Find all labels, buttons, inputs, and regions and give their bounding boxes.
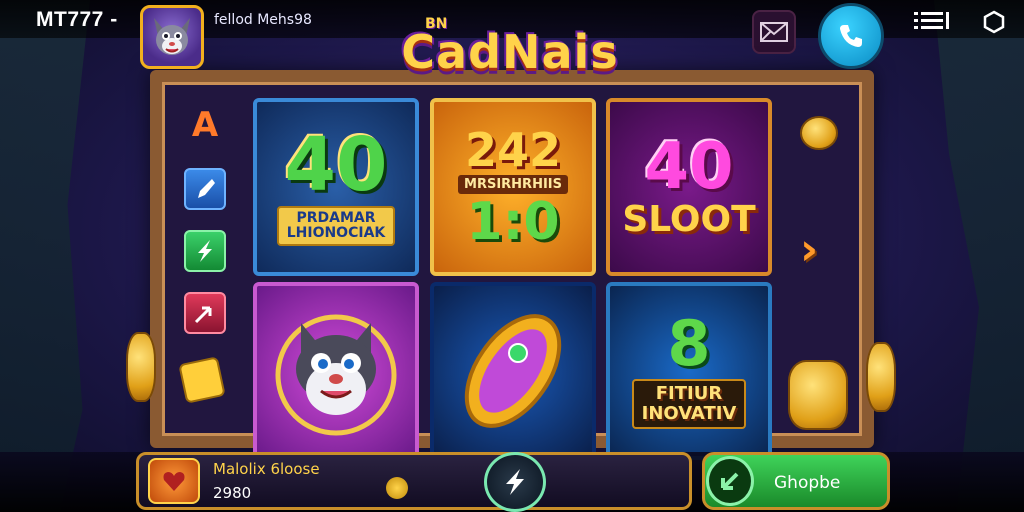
reel-number: 40: [644, 129, 734, 204]
gold-coin-stack-icon: [788, 360, 848, 430]
player-avatar[interactable]: [140, 5, 204, 69]
right-tree-background: [934, 0, 1024, 512]
brand-name: MT777 -: [36, 8, 118, 31]
balance-value: 2980: [213, 484, 252, 502]
settings-icon: [983, 10, 1005, 34]
action-button-label: Ghopbe: [774, 473, 841, 493]
reel-feature-banner: FITIUR INOVATIV: [631, 379, 747, 429]
magic-compass-icon: [464, 314, 562, 428]
spin-button[interactable]: [484, 452, 546, 512]
reel-cell-4: [253, 282, 419, 460]
feather-icon: [198, 179, 215, 198]
mail-icon: [760, 22, 788, 42]
logo-small-text: BN: [425, 16, 448, 32]
letter-a-symbol: A: [191, 105, 219, 145]
game-logo: BN CadNais: [383, 6, 637, 98]
coin-bell-icon: [386, 477, 408, 499]
reel-cell-3: 40 SLOOT: [606, 98, 772, 276]
blue-feature-button[interactable]: [184, 168, 226, 210]
gold-coin-icon: [800, 116, 838, 150]
balance-badge[interactable]: [148, 458, 200, 504]
action-icon-badge[interactable]: [706, 456, 754, 506]
logo-title: CadNais: [401, 25, 619, 79]
green-feature-button[interactable]: [184, 230, 226, 272]
lightning-icon: [506, 469, 524, 495]
reel-number: 1:0: [466, 191, 560, 252]
reel-feature-line: INOVATIV: [641, 403, 737, 424]
reel-banner: PRDAMAR LHIONOCIAK: [276, 205, 396, 247]
gold-coin-icon: [126, 332, 156, 402]
phone-button[interactable]: [818, 3, 884, 69]
raccoon-mascot-icon: [275, 314, 397, 436]
gold-block-icon: [178, 356, 226, 404]
reel-cell-6: 8 FITIUR INOVATIV: [606, 282, 772, 460]
reel-cell-5: [430, 282, 596, 460]
reel-word: SLOOT: [622, 198, 756, 240]
arrow-icon: [194, 306, 212, 324]
subtitle-text: fellod Mehs98: [214, 12, 312, 28]
arrow-icon: [721, 472, 739, 490]
heart-icon: [163, 472, 185, 491]
gold-coin-icon: [866, 342, 896, 412]
reel-banner-line: LHIONOCIAK: [286, 225, 386, 241]
phone-icon: [840, 25, 862, 47]
menu-button[interactable]: [914, 10, 954, 32]
left-tree-background: [0, 0, 90, 512]
settings-button[interactable]: [980, 8, 1008, 36]
reel-number: 40: [284, 121, 388, 208]
reel-number: 8: [667, 307, 711, 381]
cat-avatar-icon: [154, 18, 190, 55]
reel-banner-line: PRDAMAR: [296, 209, 376, 226]
red-feature-button[interactable]: [184, 292, 226, 334]
reel-cell-1: 40 PRDAMAR LHIONOCIAK: [253, 98, 419, 276]
reel-label: MRSIRHRHIIS: [458, 174, 568, 194]
balance-title: Malolix 6loose: [213, 460, 320, 478]
reel-number: 242: [464, 122, 562, 177]
lightning-icon: [198, 240, 212, 262]
menu-icon: [914, 12, 949, 29]
reel-cell-2: 242 MRSIRHRHIIS 1:0: [430, 98, 596, 276]
next-arrow-button[interactable]: ›: [800, 228, 834, 272]
mail-button[interactable]: [752, 10, 796, 54]
reel-feature-line: FITIUR: [655, 383, 723, 405]
